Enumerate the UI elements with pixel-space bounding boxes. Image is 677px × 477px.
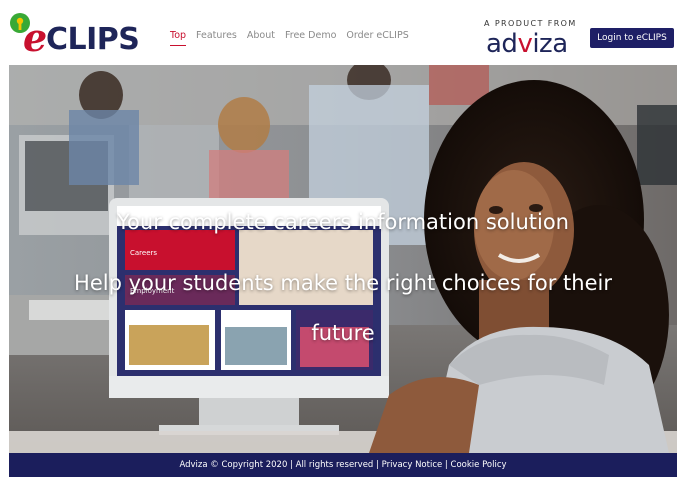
- adviza-logo-part3: iza: [532, 29, 568, 59]
- main-nav: Top Features About Free Demo Order eCLIP…: [170, 30, 409, 46]
- adviza-logo-part1: ad: [486, 29, 518, 59]
- nav-free-demo[interactable]: Free Demo: [285, 30, 336, 46]
- hero-subtitle: Help your students make the right choice…: [74, 271, 612, 345]
- site-header: e CLIPS Top Features About Free Demo Ord…: [9, 9, 677, 65]
- footer-separator: |: [442, 460, 451, 470]
- eclips-logo[interactable]: e CLIPS: [9, 11, 159, 57]
- privacy-notice-link[interactable]: Privacy Notice: [382, 460, 443, 470]
- logo-e-glyph: e: [23, 15, 47, 57]
- hero-banner: Careers Employment Your complete careers…: [9, 65, 677, 453]
- nav-about[interactable]: About: [247, 30, 275, 46]
- product-from-label: A PRODUCT FROM: [484, 19, 577, 28]
- cookie-policy-link[interactable]: Cookie Policy: [451, 460, 507, 470]
- nav-top[interactable]: Top: [170, 30, 187, 46]
- nav-order-eclips[interactable]: Order eCLIPS: [346, 30, 408, 46]
- footer-copyright: Adviza © Copyright 2020 | All rights res…: [179, 460, 382, 470]
- nav-features[interactable]: Features: [196, 30, 237, 46]
- adviza-logo[interactable]: adviza: [486, 29, 568, 59]
- screen-label-careers: Careers: [130, 249, 157, 257]
- logo-clips-text: CLIPS: [46, 22, 139, 57]
- login-button[interactable]: Login to eCLIPS: [590, 28, 674, 48]
- hero-title: Your complete careers information soluti…: [117, 210, 569, 234]
- adviza-logo-part2: v: [517, 29, 533, 59]
- site-footer: Adviza © Copyright 2020 | All rights res…: [9, 453, 677, 477]
